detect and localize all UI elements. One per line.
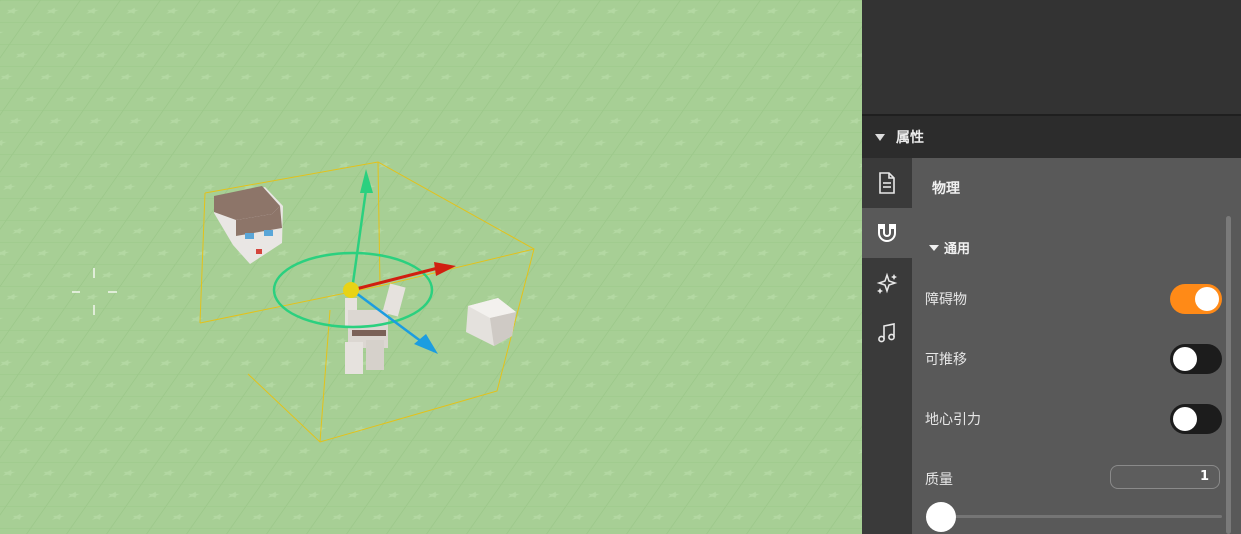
- document-icon: [879, 172, 895, 194]
- pushable-toggle[interactable]: [1170, 344, 1222, 374]
- tab-physics[interactable]: [862, 208, 912, 258]
- toggle-knob: [1173, 407, 1197, 431]
- property-tab-bar: [862, 158, 912, 534]
- properties-title: 属性: [896, 130, 924, 146]
- section-title: 物理: [932, 181, 960, 197]
- physics-content: 物理 通用 障碍物 可推移 地心引力 质量 1: [912, 158, 1241, 534]
- tab-effects[interactable]: [862, 258, 912, 308]
- obstacle-label: 障碍物: [925, 292, 967, 308]
- mass-slider-track[interactable]: [940, 515, 1222, 518]
- group-caret-icon[interactable]: [929, 244, 939, 251]
- scene-viewport[interactable]: [0, 0, 862, 534]
- properties-panel: 属性 物理 通用 障碍物 可推移 地心引力 质量 1: [862, 0, 1241, 534]
- group-title: 通用: [944, 242, 971, 257]
- ground-plane: [0, 0, 862, 534]
- tab-audio[interactable]: [862, 308, 912, 358]
- collapse-caret-icon[interactable]: [875, 133, 885, 141]
- sparkle-icon: [876, 272, 898, 294]
- pushable-label: 可推移: [925, 352, 967, 368]
- group-general[interactable]: 通用: [929, 238, 970, 257]
- properties-header[interactable]: 属性: [862, 116, 1241, 158]
- toggle-knob: [1195, 287, 1219, 311]
- obstacle-toggle[interactable]: [1170, 284, 1222, 314]
- music-icon: [878, 323, 895, 343]
- toggle-knob: [1173, 347, 1197, 371]
- mass-input[interactable]: 1: [1110, 465, 1220, 489]
- mass-label: 质量: [925, 472, 953, 488]
- scene-canvas[interactable]: [0, 0, 862, 534]
- content-scrollbar[interactable]: [1226, 216, 1231, 534]
- mass-slider-thumb[interactable]: [926, 502, 956, 532]
- magnet-icon: [878, 224, 896, 242]
- gravity-label: 地心引力: [925, 412, 981, 428]
- gravity-toggle[interactable]: [1170, 404, 1222, 434]
- panel-empty-area: [862, 0, 1241, 116]
- tab-document[interactable]: [862, 158, 912, 208]
